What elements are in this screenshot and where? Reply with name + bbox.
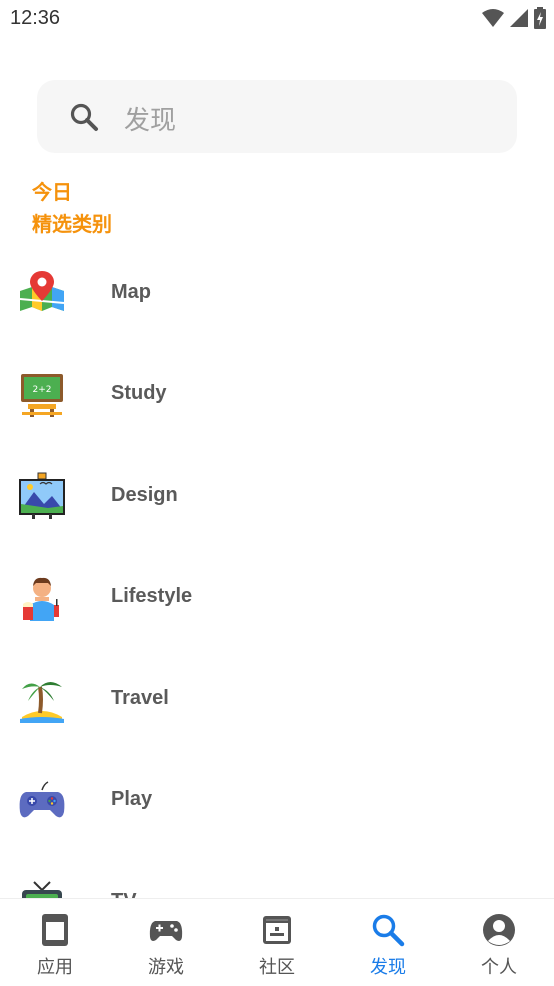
nav-item-profile[interactable]: 个人 xyxy=(444,899,554,986)
status-icons xyxy=(482,7,546,29)
svg-text:2+2: 2+2 xyxy=(33,385,52,395)
apps-icon xyxy=(42,914,68,946)
palm-tree-icon xyxy=(20,682,64,723)
easel-painting-icon xyxy=(19,472,65,519)
search-icon xyxy=(372,914,405,947)
community-icon xyxy=(263,916,291,944)
map-pin-icon xyxy=(19,271,65,311)
status-time: 12:36 xyxy=(10,7,61,29)
section-title-line2: 精选类别 xyxy=(32,212,112,236)
category-list[interactable]: Map 2+2 Study Design Lifestyle Travel Pl… xyxy=(0,243,554,898)
nav-item-games[interactable]: 游戏 xyxy=(111,899,221,986)
category-item-travel[interactable]: Travel xyxy=(0,649,554,750)
battery-icon xyxy=(534,7,546,29)
section-title: 今日 精选类别 xyxy=(32,176,112,240)
status-bar: 12:36 xyxy=(0,0,554,38)
category-label: Lifestyle xyxy=(111,585,193,607)
category-item-play[interactable]: Play xyxy=(0,750,554,851)
nav-item-discover[interactable]: 发现 xyxy=(333,899,443,986)
category-item-lifestyle[interactable]: Lifestyle xyxy=(0,547,554,648)
gamepad-icon xyxy=(149,921,183,941)
category-item-design[interactable]: Design xyxy=(0,446,554,547)
bottom-nav: 应用 游戏 社区 发现 个人 xyxy=(0,898,554,986)
nav-label: 社区 xyxy=(259,957,295,978)
search-placeholder: 发现 xyxy=(124,106,177,136)
category-item-map[interactable]: Map xyxy=(0,243,554,344)
gamepad-icon xyxy=(19,781,65,818)
nav-item-community[interactable]: 社区 xyxy=(222,899,332,986)
signal-icon xyxy=(510,9,528,27)
nav-label: 个人 xyxy=(481,957,517,978)
nav-label: 游戏 xyxy=(148,957,184,978)
category-label: Travel xyxy=(111,687,169,709)
search-icon xyxy=(70,103,98,131)
category-item-study[interactable]: 2+2 Study xyxy=(0,344,554,445)
search-input[interactable]: 发现 xyxy=(37,80,517,153)
nav-label: 发现 xyxy=(370,957,406,978)
category-label: Map xyxy=(111,281,151,303)
category-label: Play xyxy=(111,788,153,810)
profile-icon xyxy=(483,914,515,946)
nav-label: 应用 xyxy=(37,957,73,978)
category-label: Study xyxy=(111,382,167,404)
wifi-icon xyxy=(482,9,504,27)
tv-icon xyxy=(22,881,62,898)
category-label: TV xyxy=(111,890,137,898)
person-popcorn-icon xyxy=(23,577,59,621)
section-title-line1: 今日 xyxy=(32,180,72,204)
category-label: Design xyxy=(111,484,178,506)
nav-item-apps[interactable]: 应用 xyxy=(0,899,110,986)
chalkboard-icon: 2+2 xyxy=(21,374,63,417)
category-item-tv[interactable]: TV xyxy=(0,852,554,898)
